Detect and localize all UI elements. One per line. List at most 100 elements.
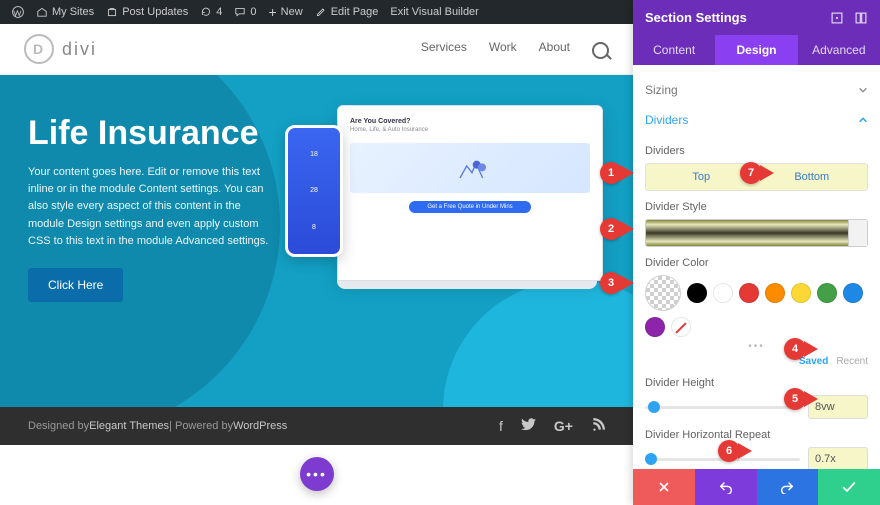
phone-mockup: 18 28 8 [285,125,343,257]
redo-button[interactable] [757,469,819,505]
callout-5: 5 [784,388,818,410]
dividers-toggle[interactable]: Dividers [645,105,868,135]
nav-about[interactable]: About [539,40,570,59]
my-sites-label: My Sites [52,6,94,18]
divider-color-swatches [645,275,868,337]
updates[interactable]: Post Updates [100,6,194,18]
sizing-label: Sizing [645,83,678,97]
laptop-sub: Home, Life, & Auto Insurance [350,127,590,133]
hero-section[interactable]: Life Insurance Your content goes here. E… [0,75,633,420]
slider-knob[interactable] [648,401,660,413]
rss-icon[interactable] [591,418,605,435]
facebook-icon[interactable]: f [499,418,503,435]
expand-icon[interactable] [830,11,844,25]
section-settings-panel: Section Settings Content Design Advanced… [633,0,880,505]
logo-text: divi [62,39,97,60]
edit-page[interactable]: Edit Page [309,6,385,18]
panel-tabs: Content Design Advanced [633,35,880,65]
search-icon[interactable] [592,42,609,59]
divider-height-label: Divider Height [645,377,868,389]
hero-title: Life Insurance [28,115,278,152]
phone-val: 28 [310,187,318,194]
primary-nav: Services Work About [421,40,609,59]
slider-knob[interactable] [645,453,657,465]
phone-val: 8 [312,224,316,231]
tab-content[interactable]: Content [633,35,715,65]
panel-body: Sizing Dividers Dividers Top Bottom Divi… [633,65,880,469]
swatch[interactable] [739,283,759,303]
comments[interactable]: 0 [228,6,262,18]
divider-style-select[interactable]: ▴▾ [645,219,868,247]
googleplus-icon[interactable]: G+ [554,418,573,435]
undo-button[interactable] [695,469,757,505]
swatch[interactable] [791,283,811,303]
page-preview: D divi Services Work About Life Insuranc… [0,24,633,505]
wp-logo[interactable] [6,6,30,18]
exit-vb-label: Exit Visual Builder [390,6,478,18]
laptop-base [337,281,597,289]
my-sites[interactable]: My Sites [30,6,100,18]
nav-services[interactable]: Services [421,40,467,59]
exit-vb[interactable]: Exit Visual Builder [384,6,484,18]
divider-style-label: Divider Style [645,201,868,213]
swatch-none[interactable] [671,317,691,337]
chevron-up-icon [858,115,868,125]
swatch[interactable] [765,283,785,303]
snap-icon[interactable] [854,11,868,25]
laptop-heading: Are You Covered? [350,118,590,125]
refresh[interactable]: 4 [194,6,228,18]
edit-page-label: Edit Page [331,6,379,18]
footer-et-link[interactable]: Elegant Themes [89,420,169,432]
callout-1: 1 [600,162,634,184]
swatch[interactable] [687,283,707,303]
new[interactable]: +New [262,4,308,20]
bg-blob [443,280,633,420]
chevron-down-icon [858,85,868,95]
swatch-recent[interactable]: Recent [836,356,868,367]
site-footer: Designed by Elegant Themes | Powered by … [0,407,633,445]
callout-7: 7 [740,162,774,184]
new-label: New [281,6,303,18]
callout-6: 6 [718,440,752,462]
laptop-mockup: Are You Covered? Home, Life, & Auto Insu… [337,105,603,281]
site-header: D divi Services Work About [0,24,633,75]
divider-repeat-label: Divider Horizontal Repeat [645,429,868,441]
phone-val: 18 [310,151,318,158]
twitter-icon[interactable] [521,418,536,435]
callout-2: 2 [600,218,634,240]
dividers-heading: Dividers [645,113,688,127]
footer-sep: | Powered by [169,420,233,432]
panel-header: Section Settings Content Design Advanced [633,0,880,65]
divider-repeat-value[interactable]: 0.7x [808,447,868,469]
swatch[interactable] [713,283,733,303]
divider-height-slider[interactable] [645,406,800,409]
hero-body: Your content goes here. Edit or remove t… [28,164,278,249]
tab-design[interactable]: Design [715,35,797,65]
dividers-label: Dividers [645,145,868,157]
footer-wp-link[interactable]: WordPress [233,420,287,432]
footer-designed: Designed by [28,420,89,432]
callout-4: 4 [784,338,818,360]
hero-cta-button[interactable]: Click Here [28,268,123,302]
swatch[interactable] [645,317,665,337]
laptop-pill: Get a Free Quote in Under Mins [409,201,530,213]
refresh-count: 4 [216,6,222,18]
updates-label: Post Updates [122,6,188,18]
sizing-toggle[interactable]: Sizing [645,75,868,105]
divider-color-label: Divider Color [645,257,868,269]
nav-work[interactable]: Work [489,40,517,59]
divi-fab-button[interactable]: ••• [300,457,334,491]
swatch-transparent[interactable] [645,275,681,311]
save-button[interactable] [818,469,880,505]
comments-count: 0 [250,6,256,18]
swatch[interactable] [843,283,863,303]
swatch[interactable] [817,283,837,303]
swatch-footer: ••• [645,341,868,352]
panel-actions [633,469,880,505]
tab-advanced[interactable]: Advanced [798,35,880,65]
site-logo[interactable]: D divi [24,34,97,64]
callout-3: 3 [600,272,634,294]
device-mockups: 18 28 8 Are You Covered? Home, Life, & A… [337,105,603,289]
select-arrows-icon: ▴▾ [853,228,862,239]
cancel-button[interactable] [633,469,695,505]
